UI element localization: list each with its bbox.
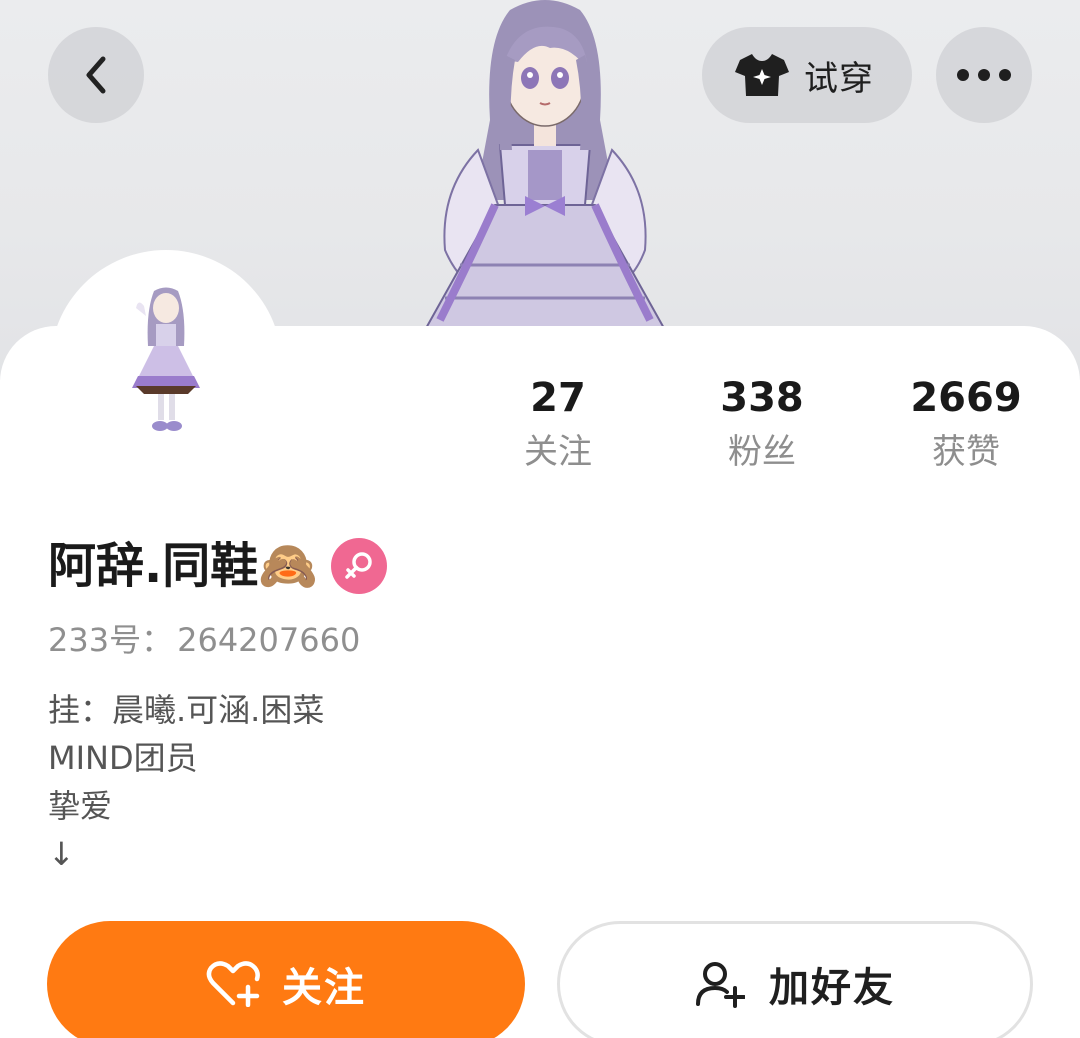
user-id: 233号： 264207660 (48, 618, 360, 662)
avatar[interactable] (50, 250, 282, 482)
bio-line: 挂：晨曦.可涵.困菜 (48, 691, 325, 729)
bio-line: ↓ (48, 835, 75, 873)
avatar-character-image (132, 287, 200, 431)
user-id-value: 264207660 (177, 621, 361, 659)
try-on-label: 试穿 (804, 58, 874, 99)
stat-fans-label: 粉丝 (728, 432, 796, 472)
stat-likes-value: 2669 (910, 375, 1022, 421)
more-dots-icon (957, 69, 1011, 81)
bio: 挂：晨曦.可涵.困菜 MIND团员 挚爱 ↓ (48, 686, 324, 878)
stat-likes-label: 获赞 (932, 432, 1000, 472)
female-icon (345, 552, 372, 579)
nickname: 阿辞.同鞋🙈 (48, 538, 319, 594)
follow-button[interactable]: 关注 (47, 921, 525, 1038)
stat-following[interactable]: 27 关注 (478, 372, 638, 480)
user-id-label: 233号： (48, 621, 174, 659)
stat-likes[interactable]: 2669 获赞 (886, 372, 1046, 480)
chevron-left-icon (86, 56, 106, 94)
more-button[interactable] (936, 27, 1032, 123)
bio-line: 挚爱 (48, 787, 113, 825)
back-button[interactable] (48, 27, 144, 123)
character-3d-image (423, 0, 667, 330)
add-friend-button[interactable]: 加好友 (557, 921, 1033, 1038)
follow-label: 关注 (282, 965, 366, 1011)
add-friend-label: 加好友 (769, 965, 895, 1011)
tshirt-sparkle-icon (735, 54, 789, 96)
heart-plus-icon (206, 961, 260, 1007)
gender-badge (331, 538, 387, 594)
bio-line: MIND团员 (48, 739, 198, 777)
add-user-icon (696, 962, 745, 1008)
try-on-button[interactable]: 试穿 (702, 27, 912, 123)
stat-fans-value: 338 (720, 375, 804, 421)
stat-following-label: 关注 (524, 432, 592, 472)
stat-fans[interactable]: 338 粉丝 (682, 372, 842, 480)
stat-following-value: 27 (530, 375, 586, 421)
